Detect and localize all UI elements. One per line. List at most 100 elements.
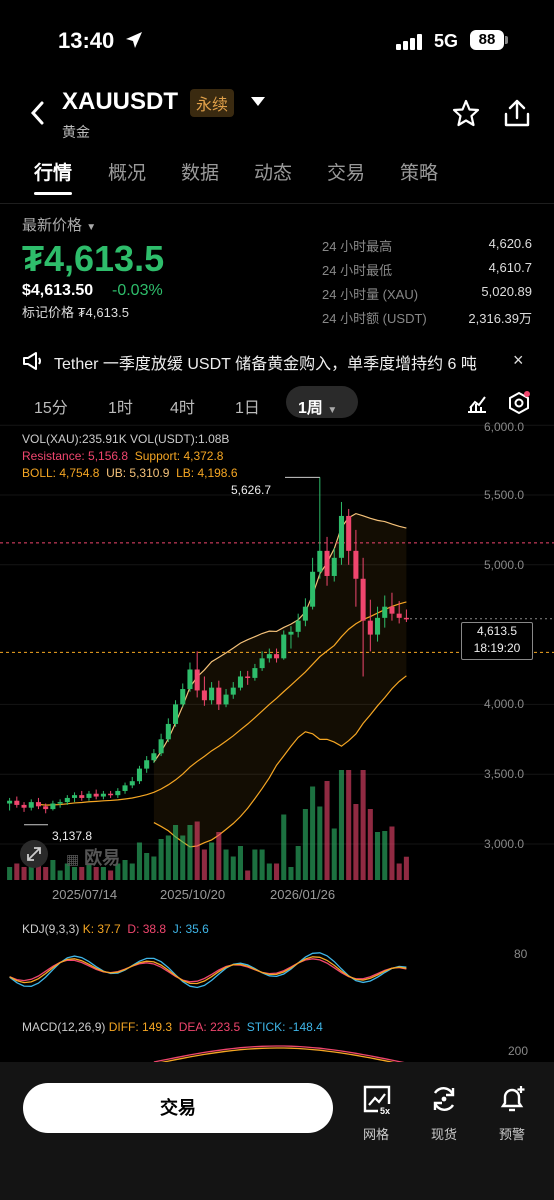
candle-body xyxy=(180,689,186,705)
megaphone-icon xyxy=(22,350,44,377)
candle-body xyxy=(396,613,402,618)
candle-body xyxy=(72,795,78,798)
latest-price-label[interactable]: 最新价格 ▼ xyxy=(22,214,96,235)
volume-bar xyxy=(180,835,186,880)
volume-bar xyxy=(187,825,193,880)
price-tick-3000: 3,000.0 xyxy=(484,837,525,851)
volume-bar xyxy=(230,856,236,880)
candle-body xyxy=(158,739,164,754)
network-type: 5G xyxy=(434,31,459,51)
current-price-value: 4,613.5 xyxy=(476,624,518,638)
candle-body xyxy=(389,606,395,614)
macd-diff: DIFF: 149.3 xyxy=(108,1020,173,1034)
alert-label: 预警 xyxy=(498,1127,525,1142)
tab-market[interactable]: 行情 xyxy=(34,158,72,185)
volume-bar xyxy=(245,870,251,880)
battery-icon: 88 xyxy=(470,30,504,50)
usd-price: $4,613.50 xyxy=(22,282,94,299)
status-time: 13:40 xyxy=(58,28,115,53)
candle-body xyxy=(50,803,56,810)
volume-bar xyxy=(360,770,366,880)
candle-body xyxy=(64,797,70,803)
alert-button[interactable] xyxy=(497,1084,527,1119)
candle-body xyxy=(338,515,344,558)
stat-volume-label: 24 小时量 (XAU) xyxy=(322,287,419,302)
volume-bar xyxy=(403,856,409,880)
macd-stick: STICK: -148.4 xyxy=(246,1020,323,1034)
volume-bar xyxy=(346,770,352,880)
volume-bar xyxy=(57,870,63,880)
volume-bar xyxy=(317,806,323,880)
grid-badge: 5x xyxy=(380,1106,390,1116)
kdj-legend: KDJ(9,3,3) K: 37.7 D: 38.8 J: 35.6 xyxy=(22,922,209,936)
volume-bar xyxy=(353,804,359,880)
expand-icon[interactable] xyxy=(20,840,48,868)
volume-bar xyxy=(209,842,215,880)
interval-1d[interactable]: 1日 xyxy=(235,394,260,418)
kdj-k: K: 37.7 xyxy=(82,922,121,936)
candle-body xyxy=(346,515,352,551)
candle-body xyxy=(324,550,330,576)
candle-body xyxy=(230,687,236,695)
candle-body xyxy=(122,785,128,791)
spot-button[interactable] xyxy=(429,1084,459,1119)
star-icon[interactable] xyxy=(452,99,480,132)
interval-15m[interactable]: 15分 xyxy=(34,394,68,418)
settings-icon[interactable] xyxy=(507,391,531,420)
price-tick-4000: 4,000.0 xyxy=(484,697,525,711)
interval-1h[interactable]: 1时 xyxy=(108,394,133,418)
grid-chart-icon: 5x xyxy=(363,1085,392,1116)
interval-4h[interactable]: 4时 xyxy=(170,394,195,418)
candle-body xyxy=(288,631,294,635)
candle-body xyxy=(295,620,301,632)
symbol-title[interactable]: XAUUSDT xyxy=(62,88,178,116)
tab-strategy[interactable]: 策略 xyxy=(400,158,438,185)
volume-bar xyxy=(108,870,114,880)
stat-high-value: 4,620.6 xyxy=(488,236,532,251)
low-label: 3,137.8 xyxy=(52,829,93,843)
candle-body xyxy=(136,768,142,782)
candle-body xyxy=(360,578,366,621)
tab-overview[interactable]: 概况 xyxy=(108,158,146,185)
latest-price: ₮4,613.5 xyxy=(22,238,165,279)
caret-down-icon: ▼ xyxy=(86,222,97,233)
volume-bar xyxy=(252,849,258,880)
candle-body xyxy=(216,687,222,705)
news-ticker[interactable]: Tether 一季度放缓 USDT 储备黄金购入，单季度增持约 6 吨 xyxy=(54,350,477,374)
macd-legend: MACD(12,26,9) DIFF: 149.3 DEA: 223.5 STI… xyxy=(22,1020,323,1034)
candle-body xyxy=(353,550,359,579)
kdj-name: KDJ(9,3,3) xyxy=(22,922,80,936)
candle-body xyxy=(302,606,308,621)
volume-bar xyxy=(274,863,280,880)
grid-label: 网格 xyxy=(362,1127,389,1142)
volume-bar xyxy=(331,828,337,880)
volume-bar xyxy=(7,867,13,880)
back-icon[interactable] xyxy=(28,100,48,131)
spot-label: 现货 xyxy=(430,1127,457,1142)
current-price-box: 4,613.5 18:19:20 xyxy=(461,622,533,660)
candle-body xyxy=(187,669,193,690)
tab-news[interactable]: 动态 xyxy=(254,158,292,185)
date-label-2: 2025/10/20 xyxy=(160,887,226,902)
volume-bar xyxy=(375,832,381,880)
share-icon[interactable] xyxy=(503,98,531,133)
perpetual-badge: 永续 xyxy=(190,89,235,117)
divider xyxy=(0,203,554,204)
tab-trade[interactable]: 交易 xyxy=(327,158,365,185)
trade-button[interactable]: 交易 xyxy=(23,1083,333,1133)
candle-body xyxy=(259,658,265,669)
volume-bar xyxy=(144,853,150,880)
grid-bot-button[interactable]: 5x xyxy=(362,1084,392,1121)
candle-body xyxy=(281,634,287,659)
price-tick-3500: 3,500.0 xyxy=(484,767,525,781)
candle-body xyxy=(7,800,13,804)
candle-body xyxy=(382,606,388,618)
volume-bar xyxy=(216,832,222,880)
close-icon[interactable]: × xyxy=(513,350,524,371)
indicator-icon[interactable] xyxy=(466,392,488,419)
chevron-down-icon[interactable] xyxy=(250,95,266,113)
stat-turnover-label: 24 小时额 (USDT) xyxy=(322,311,427,326)
volume-bar xyxy=(324,781,330,880)
tab-data[interactable]: 数据 xyxy=(181,158,219,185)
interval-1w[interactable]: 1周 ▼ xyxy=(298,394,337,418)
